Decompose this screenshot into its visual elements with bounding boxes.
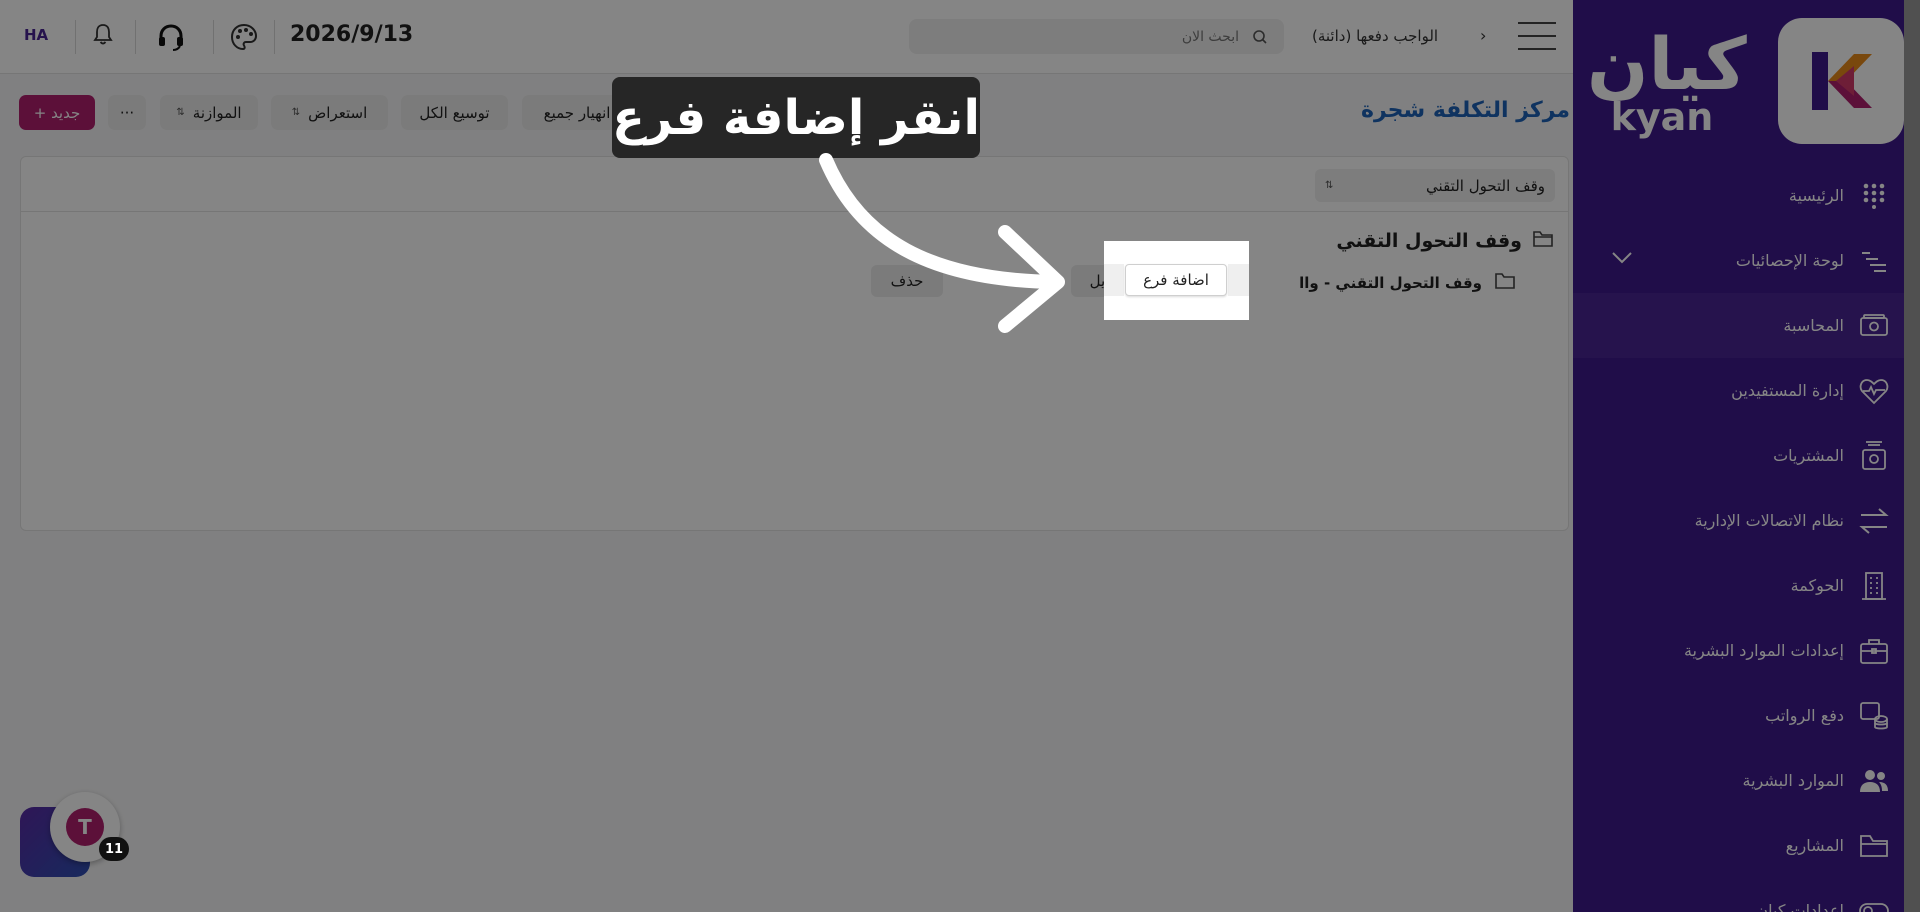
tutorial-arrow-icon — [819, 153, 1065, 333]
